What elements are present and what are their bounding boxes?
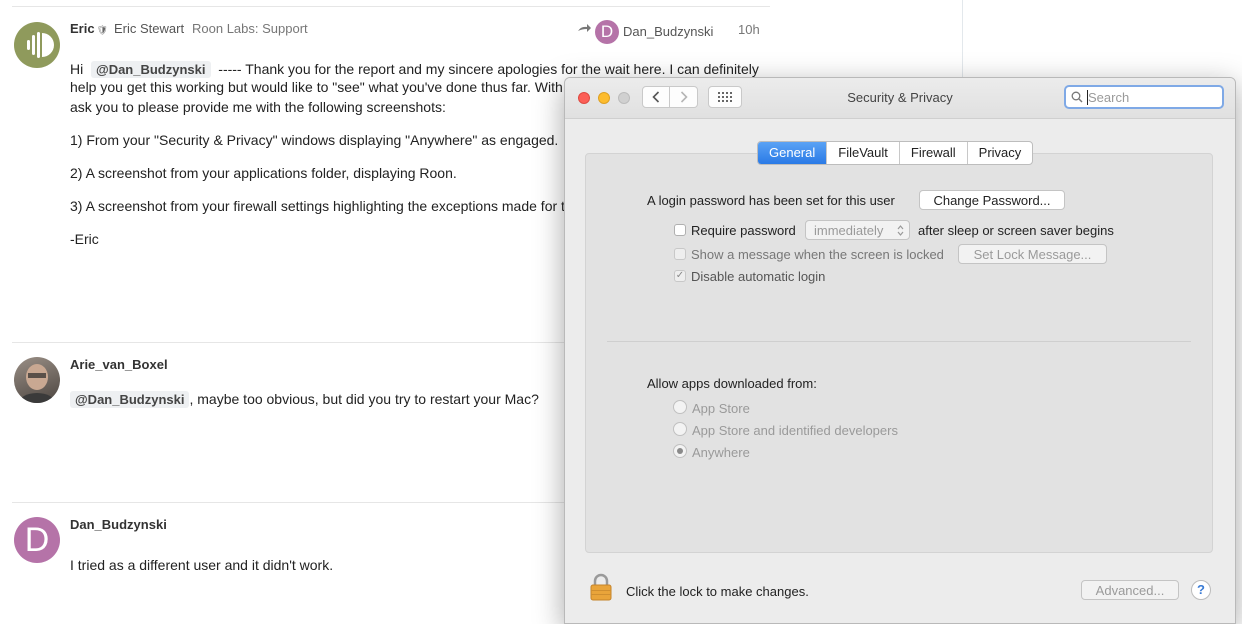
- title-bar[interactable]: Security & Privacy Search: [565, 78, 1235, 119]
- login-password-text: A login password has been set for this u…: [647, 193, 895, 208]
- radio-identified-developers[interactable]: [673, 422, 687, 436]
- post-username[interactable]: Arie_van_Boxel: [70, 357, 168, 372]
- advanced-button[interactable]: Advanced...: [1081, 580, 1179, 600]
- after-sleep-text: after sleep or screen saver begins: [918, 223, 1114, 238]
- staff-shield-icon: 🛡: [96, 25, 109, 35]
- body-text: , maybe too obvious, but did you try to …: [189, 391, 539, 407]
- radio-anywhere[interactable]: [673, 444, 687, 458]
- lock-icon[interactable]: [590, 573, 612, 606]
- tab-privacy[interactable]: Privacy: [966, 142, 1033, 164]
- avatar-eric[interactable]: [14, 22, 60, 68]
- radio-identified-developers-label: App Store and identified developers: [692, 423, 898, 438]
- reply-to-username[interactable]: Dan_Budzynski: [623, 24, 713, 39]
- section-divider: [607, 341, 1191, 342]
- set-lock-message-button[interactable]: Set Lock Message...: [958, 244, 1107, 264]
- body-text: ----- Thank you for the report and my si…: [218, 61, 759, 77]
- reply-arrow-icon: [577, 22, 591, 40]
- mention-link[interactable]: @Dan_Budzynski: [70, 391, 190, 408]
- search-field[interactable]: Search: [1064, 85, 1224, 109]
- require-password-label: Require password: [691, 223, 796, 238]
- show-message-label: Show a message when the screen is locked: [691, 247, 944, 262]
- avatar-dan[interactable]: D: [14, 517, 60, 563]
- post-full-name: Eric Stewart: [114, 21, 185, 36]
- help-button[interactable]: ?: [1191, 580, 1211, 600]
- search-icon: [1071, 91, 1083, 103]
- search-placeholder: Search: [1088, 90, 1130, 105]
- post-divider: [12, 6, 770, 7]
- post-username[interactable]: Eric 🛡: [70, 21, 108, 36]
- radio-selected-dot: [677, 448, 683, 454]
- require-password-delay-select[interactable]: immediately: [805, 220, 910, 240]
- tab-filevault[interactable]: FileVault: [826, 142, 899, 164]
- radio-app-store[interactable]: [673, 400, 687, 414]
- post-list-item-3: 3) A screenshot from your firewall setti…: [70, 198, 565, 214]
- tab-firewall[interactable]: Firewall: [898, 142, 967, 164]
- post-list-item-2: 2) A screenshot from your applications f…: [70, 165, 457, 181]
- tab-general[interactable]: General: [758, 142, 827, 164]
- post-body: @Dan_Budzynski, maybe too obvious, but d…: [70, 388, 539, 411]
- allow-apps-label: Allow apps downloaded from:: [647, 376, 817, 391]
- radio-anywhere-label: Anywhere: [692, 445, 750, 460]
- general-panel: [585, 153, 1213, 553]
- reply-to-avatar[interactable]: D: [595, 20, 619, 44]
- lock-text: Click the lock to make changes.: [626, 584, 809, 599]
- change-password-button[interactable]: Change Password...: [919, 190, 1065, 210]
- tab-bar: General FileVault Firewall Privacy: [757, 141, 1034, 165]
- greeting-text: Hi: [70, 61, 84, 77]
- post-list-item-1: 1) From your "Security & Privacy" window…: [70, 132, 559, 148]
- show-message-checkbox[interactable]: [674, 248, 686, 260]
- post-time[interactable]: 10h: [738, 22, 760, 37]
- updown-arrows-icon: [897, 225, 904, 236]
- radio-app-store-label: App Store: [692, 401, 750, 416]
- post-signoff: -Eric: [70, 231, 99, 247]
- post-body-line-2: help you get this working but would like…: [70, 79, 563, 95]
- disable-auto-login-label: Disable automatic login: [691, 269, 826, 284]
- disable-auto-login-checkbox[interactable]: ✓: [674, 270, 686, 282]
- require-password-checkbox[interactable]: [674, 224, 686, 236]
- post-username[interactable]: Dan_Budzynski: [70, 517, 167, 532]
- post-body-line-3: ask you to please provide me with the fo…: [70, 99, 446, 115]
- select-value: immediately: [814, 222, 884, 238]
- avatar-arie[interactable]: [14, 357, 60, 403]
- username-text[interactable]: Eric: [70, 21, 95, 36]
- security-privacy-window: Security & Privacy Search General FileVa…: [564, 77, 1236, 624]
- post-body: I tried as a different user and it didn'…: [70, 557, 334, 573]
- post-user-title: Roon Labs: Support: [192, 21, 308, 36]
